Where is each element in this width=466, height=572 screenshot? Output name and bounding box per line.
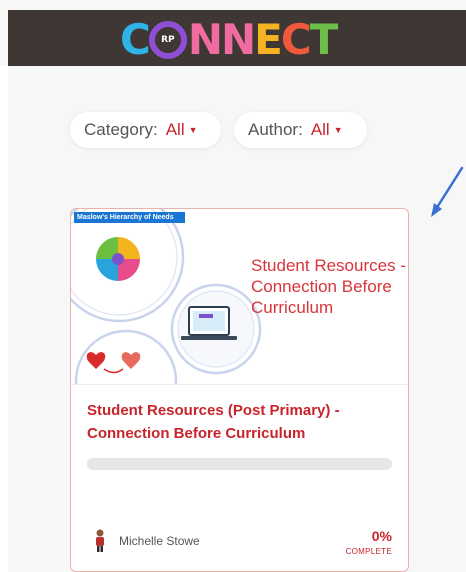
caret-down-icon[interactable]: ▼ [334,125,343,135]
progress-percent: 0% [371,528,392,544]
author-filter-value[interactable]: All [311,120,330,140]
logo-letters-nn: NN [187,15,256,64]
logo-letter-e: E [254,15,283,64]
author-filter[interactable]: Author: All ▼ [234,112,367,148]
logo-rp-ring: RP [148,21,187,59]
thumbnail-title: Student Resources - Connection Before Cu… [251,255,408,318]
thumbnail-title-line: Connection Before [251,277,392,296]
page-left-border [0,66,8,572]
author-avatar-icon [96,529,104,552]
connect-logo[interactable]: C RP NNECT [120,15,339,64]
logo-letter-c2: C [280,15,312,64]
arrow-pointer-icon [431,166,464,217]
caret-down-icon[interactable]: ▼ [189,125,198,135]
course-title-link[interactable]: Student Resources (Post Primary) - Conne… [87,399,392,445]
author-name: Michelle Stowe [119,534,200,548]
progress-complete-label: COMPLETE [345,547,392,556]
category-filter[interactable]: Category: All ▼ [70,112,221,148]
thumbnail-title-line: Student Resources - [251,256,406,275]
course-thumbnail[interactable]: Maslow's Hierarchy of Needs Student Reso… [71,209,408,384]
header-bar: C RP NNECT [8,10,466,66]
thumbnail-title-line: Curriculum [251,298,334,317]
category-filter-label: Category: [84,120,158,139]
course-card[interactable]: Maslow's Hierarchy of Needs Student Reso… [70,208,409,572]
logo-letter-t: T [309,15,339,64]
logo-letter-c: C [120,15,151,64]
thumbnail-banner: Maslow's Hierarchy of Needs [74,212,185,223]
progress-bar [87,458,392,470]
category-filter-value[interactable]: All [166,120,185,140]
logo-rp-badge: RP [161,35,175,45]
card-divider [71,384,408,385]
author-filter-label: Author: [248,120,303,139]
